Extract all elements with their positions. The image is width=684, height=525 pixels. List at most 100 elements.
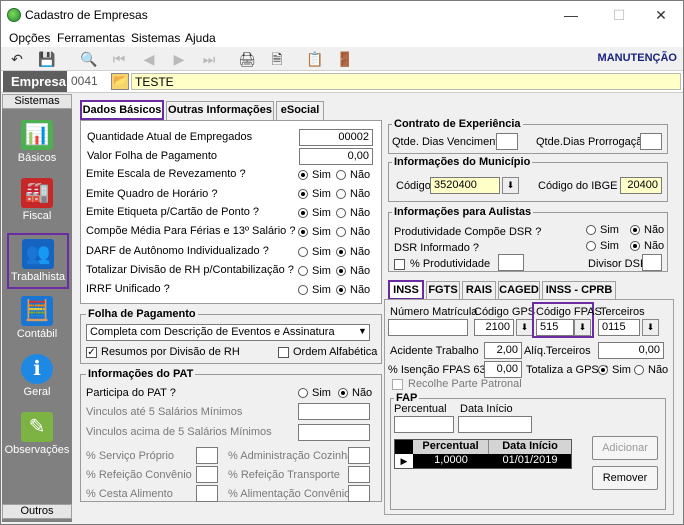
folha-pagamento-field[interactable]: 0,00 — [299, 148, 373, 165]
acidente-field[interactable]: 2,00 — [484, 342, 522, 359]
vinculo1-field[interactable] — [298, 403, 370, 420]
tab-outras-informacoes[interactable]: Outras Informações — [166, 101, 274, 120]
q5-sim-radio[interactable] — [298, 247, 308, 257]
q5-nao-radio[interactable] — [336, 247, 346, 257]
dias-prorrog-field[interactable] — [640, 133, 662, 150]
menu-opcoes[interactable]: Opções — [9, 31, 50, 45]
isencao-field[interactable]: 0,00 — [484, 361, 522, 378]
cesta-field[interactable] — [196, 485, 218, 502]
qtd-empregados-field[interactable]: 00002 — [299, 129, 373, 146]
totaliza-sim-radio[interactable] — [598, 365, 608, 375]
undo-icon[interactable]: ↶ — [7, 50, 27, 68]
adm-cozinha-field[interactable] — [348, 447, 370, 464]
remover-button[interactable]: Remover — [592, 466, 658, 490]
sidebar-head-outros[interactable]: Outros — [2, 504, 72, 519]
sidebar-head-sistemas[interactable]: Sistemas — [2, 94, 72, 109]
tab-inss-cprb[interactable]: INSS - CPRB — [542, 281, 616, 300]
q4-nao-radio[interactable] — [336, 227, 346, 237]
refeicao-transp-field[interactable] — [348, 466, 370, 483]
divisor-field[interactable] — [642, 254, 662, 271]
q1-sim-radio[interactable] — [298, 170, 308, 180]
next-record-icon[interactable]: ▶ — [169, 50, 189, 68]
title-bar: Cadastro de Empresas — ☐ ✕ — [1, 1, 683, 29]
q7-sim-radio[interactable] — [298, 285, 308, 295]
pat-nao-radio[interactable] — [338, 388, 348, 398]
q6-nao-radio[interactable] — [336, 266, 346, 276]
aliment-conv-field[interactable] — [348, 485, 370, 502]
fap-row-percentual[interactable]: 1,0000 — [413, 454, 489, 468]
folha-select[interactable]: Completa com Descrição de Eventos e Assi… — [86, 324, 370, 341]
gps-lookup-icon[interactable]: ⬇ — [516, 319, 533, 336]
terceiros-field[interactable]: 0115 — [598, 319, 640, 336]
minimize-button[interactable]: — — [549, 1, 593, 29]
fap-data-field[interactable] — [458, 416, 532, 433]
empresa-code[interactable]: 0041 — [71, 74, 98, 88]
q7-nao-radio[interactable] — [336, 285, 346, 295]
sidebar-item-contabil[interactable]: 🧮 Contábil — [2, 292, 72, 348]
dias-venc-field[interactable] — [496, 133, 518, 150]
menu-ferramentas[interactable]: Ferramentas — [57, 31, 125, 45]
q1-nao-radio[interactable] — [336, 170, 346, 180]
aliq-terceiros-field[interactable]: 0,00 — [598, 342, 664, 359]
menu-sistemas[interactable]: Sistemas — [131, 31, 180, 45]
sidebar-item-basicos[interactable]: 📊 Básicos — [2, 116, 72, 172]
tab-fgts[interactable]: FGTS — [426, 281, 460, 300]
maximize-button[interactable]: ☐ — [597, 1, 641, 29]
tab-dados-basicos[interactable]: Dados Básicos — [80, 100, 164, 120]
servico-field[interactable] — [196, 447, 218, 464]
chevron-down-icon[interactable]: ▼ — [354, 324, 371, 341]
fpas-lookup-icon[interactable]: ⬇ — [574, 319, 591, 336]
tab-inss[interactable]: INSS — [388, 280, 424, 300]
q2-nao-radio[interactable] — [336, 189, 346, 199]
sidebar-item-trabalhista[interactable]: 👥 Trabalhista — [7, 233, 69, 289]
folder-icon[interactable]: 📂 — [111, 73, 129, 90]
dsr-nao-radio[interactable] — [630, 241, 640, 251]
refeicao-conv-field[interactable] — [196, 466, 218, 483]
ordem-checkbox[interactable] — [278, 347, 289, 358]
vinculo2-field[interactable] — [298, 424, 370, 441]
fap-row-data[interactable]: 01/01/2019 — [489, 454, 571, 468]
sidebar-item-fiscal[interactable]: 🏭 Fiscal — [2, 174, 72, 230]
first-record-icon[interactable]: ⏮ — [109, 50, 129, 68]
exit-icon[interactable]: 🚪 — [335, 50, 355, 68]
print-icon[interactable]: 🖨 — [237, 50, 257, 68]
q2-sim-radio[interactable] — [298, 189, 308, 199]
totaliza-nao-radio[interactable] — [634, 365, 644, 375]
copy-icon[interactable]: 📋 — [305, 50, 325, 68]
fap-pct-field[interactable] — [394, 416, 454, 433]
matricula-field[interactable] — [388, 319, 468, 336]
q-darf-label: DARF de Autônomo Individualizado ? — [86, 245, 269, 257]
resumos-checkbox[interactable]: ✓ — [86, 347, 97, 358]
prev-record-icon[interactable]: ◀ — [139, 50, 159, 68]
tab-rais[interactable]: RAIS — [462, 281, 496, 300]
sidebar-item-geral[interactable]: ℹ Geral — [2, 350, 72, 406]
q3-sim-radio[interactable] — [298, 208, 308, 218]
tab-caged[interactable]: CAGED — [498, 281, 540, 300]
terceiros-lookup-icon[interactable]: ⬇ — [642, 319, 659, 336]
fpas-field[interactable]: 515 — [536, 319, 574, 336]
gps-field[interactable]: 2100 — [474, 319, 514, 336]
sidebar-item-observacoes[interactable]: ✎ Observações — [2, 408, 72, 464]
recolhe-checkbox[interactable] — [392, 379, 403, 390]
prod-nao-radio[interactable] — [630, 225, 640, 235]
empresa-name[interactable]: TESTE — [131, 73, 681, 90]
municipio-lookup-icon[interactable]: ⬇ — [502, 177, 519, 194]
codigo-municipio-field[interactable]: 3520400 — [430, 177, 500, 194]
q6-sim-radio[interactable] — [298, 266, 308, 276]
last-record-icon[interactable]: ⏭ — [199, 50, 219, 68]
report-icon[interactable]: 🗎 — [267, 50, 287, 68]
produtividade-checkbox[interactable] — [394, 259, 405, 270]
menu-ajuda[interactable]: Ajuda — [185, 31, 216, 45]
q4-sim-radio[interactable] — [298, 227, 308, 237]
ibge-field[interactable]: 20400 — [620, 177, 662, 194]
close-button[interactable]: ✕ — [639, 1, 683, 29]
produtividade-field[interactable] — [498, 254, 524, 271]
save-icon[interactable]: 💾 — [37, 50, 57, 68]
q3-nao-radio[interactable] — [336, 208, 346, 218]
preview-icon[interactable]: 🔍 — [79, 50, 99, 68]
tab-esocial[interactable]: eSocial — [276, 101, 324, 120]
pat-sim-radio[interactable] — [298, 388, 308, 398]
adicionar-button[interactable]: Adicionar — [592, 436, 658, 460]
prod-sim-radio[interactable] — [586, 225, 596, 235]
dsr-sim-radio[interactable] — [586, 241, 596, 251]
